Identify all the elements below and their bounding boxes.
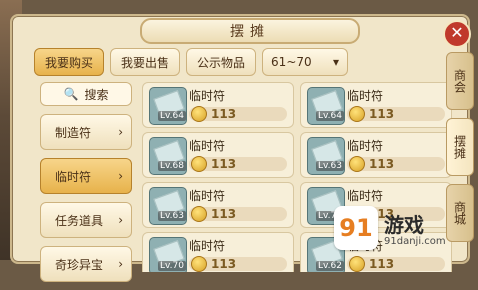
item-price: 113 bbox=[211, 257, 237, 271]
tab-mall[interactable]: 商城 bbox=[446, 184, 474, 242]
item-price: 113 bbox=[369, 257, 395, 271]
item-name: 临时符 bbox=[189, 239, 226, 253]
side-tabs: 商会 摆摊 商城 bbox=[446, 52, 474, 242]
price-bar: 113 bbox=[189, 206, 287, 222]
chevron-right-icon: › bbox=[118, 213, 123, 227]
watermark-text: 游戏 91danji.com bbox=[384, 209, 446, 247]
tab-stall[interactable]: 摆摊 bbox=[446, 118, 474, 176]
item-level: Lv.64 bbox=[316, 111, 344, 121]
watermark-url: 91danji.com bbox=[384, 236, 446, 247]
chevron-right-icon: › bbox=[118, 125, 123, 139]
coin-icon bbox=[191, 256, 207, 272]
search-label: 搜索 bbox=[84, 87, 109, 102]
item-level: Lv.68 bbox=[158, 161, 186, 171]
coin-icon bbox=[349, 106, 365, 122]
chevron-right-icon: › bbox=[118, 257, 123, 271]
sidebar-item-label: 奇珍异宝 bbox=[55, 257, 104, 272]
watermark: 91 游戏 91danji.com bbox=[334, 206, 446, 250]
sidebar-item-label: 制造符 bbox=[55, 125, 92, 140]
coin-icon bbox=[191, 206, 207, 222]
sidebar-item-label: 临时符 bbox=[55, 169, 92, 184]
item-icon: Lv.64 bbox=[307, 87, 345, 125]
item-icon: Lv.68 bbox=[149, 137, 187, 175]
item-name: 临时符 bbox=[347, 89, 384, 103]
item-level: Lv.63 bbox=[316, 161, 344, 171]
item-level: Lv.70 bbox=[158, 261, 186, 271]
sidebar-item-manufacture[interactable]: 制造符 › bbox=[40, 114, 132, 150]
search-button[interactable]: 🔍 搜索 bbox=[40, 82, 132, 106]
item-card[interactable]: Lv.70 临时符 113 bbox=[142, 232, 294, 272]
item-card[interactable]: Lv.68 临时符 113 bbox=[142, 132, 294, 178]
coin-icon bbox=[191, 106, 207, 122]
tab-buy[interactable]: 我要购买 bbox=[34, 48, 105, 76]
chevron-right-icon: › bbox=[118, 169, 123, 183]
price-bar: 113 bbox=[347, 106, 445, 122]
close-icon[interactable]: ✕ bbox=[443, 20, 471, 48]
item-card[interactable]: Lv.63 临时符 113 bbox=[300, 132, 452, 178]
item-price: 113 bbox=[211, 207, 237, 221]
item-name: 临时符 bbox=[347, 189, 384, 203]
price-bar: 113 bbox=[189, 256, 287, 272]
item-card[interactable]: Lv.63 临时符 113 bbox=[142, 182, 294, 228]
item-level: Lv.63 bbox=[158, 211, 186, 221]
item-card[interactable]: Lv.64 临时符 113 bbox=[300, 82, 452, 128]
item-name: 临时符 bbox=[347, 139, 384, 153]
sidebar-item-label: 任务道具 bbox=[55, 213, 104, 228]
item-price: 113 bbox=[211, 157, 237, 171]
coin-icon bbox=[349, 156, 365, 172]
item-icon: Lv.64 bbox=[149, 87, 187, 125]
price-bar: 113 bbox=[189, 156, 287, 172]
item-card[interactable]: Lv.64 临时符 113 bbox=[142, 82, 294, 128]
window-title: 摆摊 bbox=[140, 18, 360, 44]
tab-sell[interactable]: 我要出售 bbox=[110, 48, 181, 76]
top-tabs: 我要购买 我要出售 公示物品 61~70 ▾ bbox=[34, 48, 349, 76]
price-bar: 113 bbox=[347, 156, 445, 172]
search-icon: 🔍 bbox=[63, 87, 79, 101]
item-level: Lv.62 bbox=[316, 261, 344, 271]
coin-icon bbox=[349, 256, 365, 272]
item-level: Lv.64 bbox=[158, 111, 186, 121]
watermark-logo: 91 bbox=[334, 206, 378, 250]
watermark-title: 游戏 bbox=[384, 213, 424, 237]
item-price: 113 bbox=[211, 107, 237, 121]
item-icon: Lv.63 bbox=[149, 187, 187, 225]
price-bar: 113 bbox=[189, 106, 287, 122]
tab-public-items[interactable]: 公示物品 bbox=[186, 48, 257, 76]
sidebar-item-quest[interactable]: 任务道具 › bbox=[40, 202, 132, 238]
sidebar-item-temporary[interactable]: 临时符 › bbox=[40, 158, 132, 194]
tab-chamber-of-commerce[interactable]: 商会 bbox=[446, 52, 474, 110]
level-range-value: 61~70 bbox=[271, 55, 312, 69]
level-range-select[interactable]: 61~70 ▾ bbox=[262, 48, 349, 76]
item-icon: Lv.70 bbox=[149, 237, 187, 272]
coin-icon bbox=[191, 156, 207, 172]
sidebar-item-treasure[interactable]: 奇珍异宝 › bbox=[40, 246, 132, 282]
item-price: 113 bbox=[369, 107, 395, 121]
item-icon: Lv.63 bbox=[307, 137, 345, 175]
chevron-down-icon: ▾ bbox=[333, 55, 340, 69]
category-sidebar: 🔍 搜索 制造符 › 临时符 › 任务道具 › 奇珍异宝 › bbox=[40, 82, 132, 290]
item-price: 113 bbox=[369, 157, 395, 171]
price-bar: 113 bbox=[347, 256, 445, 272]
item-name: 临时符 bbox=[189, 89, 226, 103]
item-name: 临时符 bbox=[189, 139, 226, 153]
item-name: 临时符 bbox=[189, 189, 226, 203]
